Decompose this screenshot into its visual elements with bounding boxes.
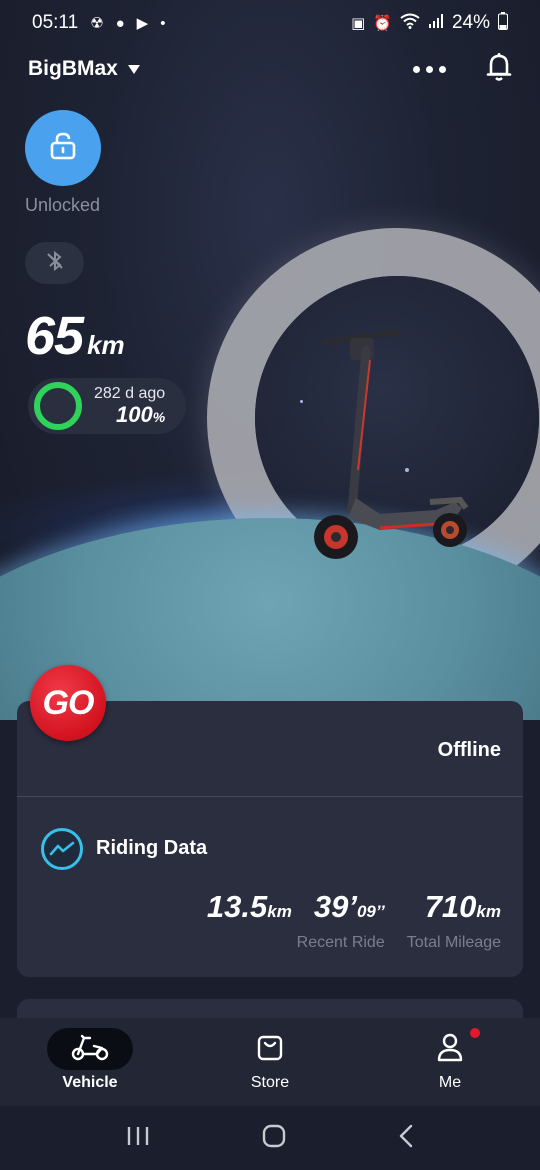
device-selector[interactable]: BigBMax bbox=[28, 57, 118, 81]
total-mileage-label: Total Mileage bbox=[406, 934, 501, 951]
person-icon bbox=[436, 1032, 464, 1067]
scooter-image bbox=[314, 329, 469, 559]
nav-store[interactable]: Store bbox=[180, 1018, 360, 1106]
nfc-icon: ☢ bbox=[90, 15, 104, 32]
battery-status[interactable]: 282 d ago 100% bbox=[28, 378, 186, 434]
star bbox=[300, 400, 303, 403]
riding-data-title: Riding Data bbox=[96, 837, 208, 859]
range-value: 65 bbox=[25, 306, 84, 366]
bluetooth-off-icon bbox=[44, 250, 66, 277]
recent-ride-label: Recent Ride bbox=[296, 934, 385, 951]
nav-store-label: Store bbox=[250, 1074, 290, 1091]
battery-percent-value: 100 bbox=[116, 401, 153, 427]
connection-status: Offline bbox=[437, 739, 501, 761]
riding-data-card[interactable]: Riding Data 13.5km 39’09’’ 710km Recent … bbox=[17, 797, 523, 977]
lock-status-label: Unlocked bbox=[25, 195, 101, 215]
caret-down-icon[interactable] bbox=[127, 64, 140, 74]
battery-updated: 282 d ago bbox=[94, 385, 166, 403]
youtube-icon: ▶ bbox=[136, 15, 149, 32]
bottom-nav: Vehicle Store Me bbox=[0, 1018, 540, 1106]
chat-icon: ● bbox=[115, 14, 125, 32]
wifi-icon bbox=[400, 13, 420, 33]
bell-icon[interactable] bbox=[486, 52, 512, 87]
battery-percent: 24% bbox=[451, 12, 490, 33]
battery-icon bbox=[498, 12, 508, 34]
go-label: GO bbox=[42, 683, 95, 722]
lock-toggle-button[interactable] bbox=[25, 110, 101, 186]
back-icon[interactable] bbox=[398, 1124, 414, 1153]
recent-time-sec: 09’’ bbox=[356, 902, 385, 921]
alarm-icon: ⏰ bbox=[373, 15, 392, 32]
go-badge[interactable]: GO bbox=[30, 665, 106, 741]
riding-stats: 13.5km 39’09’’ 710km bbox=[207, 889, 501, 925]
range-unit: km bbox=[87, 330, 125, 360]
battery-percent-unit: % bbox=[152, 408, 166, 425]
nav-me-label: Me bbox=[438, 1074, 462, 1091]
nav-vehicle[interactable]: Vehicle bbox=[0, 1018, 180, 1106]
recent-distance-unit: km bbox=[267, 902, 292, 921]
battery-ring bbox=[34, 382, 82, 430]
unlock-icon bbox=[48, 131, 78, 166]
recent-time-min: 39’ bbox=[313, 889, 357, 924]
total-mileage: 710 bbox=[424, 889, 477, 924]
bluetooth-button[interactable] bbox=[25, 242, 84, 284]
top-header: BigBMax bbox=[28, 48, 512, 90]
status-bar: 05:11 ☢ ● ▶ • ▣ ⏰ 24% bbox=[0, 0, 540, 46]
notification-dot bbox=[470, 1028, 480, 1038]
system-nav-bar bbox=[0, 1106, 540, 1170]
battery-saver-icon: ▣ bbox=[351, 15, 366, 32]
signal-icon bbox=[428, 13, 444, 33]
bag-icon bbox=[256, 1032, 284, 1067]
recent-distance: 13.5 bbox=[206, 889, 268, 924]
recents-icon[interactable] bbox=[126, 1125, 150, 1152]
clock: 05:11 bbox=[32, 12, 79, 33]
nav-vehicle-label: Vehicle bbox=[62, 1074, 118, 1091]
home-icon[interactable] bbox=[262, 1124, 286, 1153]
total-mileage-unit: km bbox=[476, 902, 501, 921]
remaining-range: 65 km bbox=[25, 305, 125, 367]
more-icon[interactable] bbox=[413, 65, 446, 73]
vehicle-pill bbox=[47, 1028, 133, 1070]
dot-icon: • bbox=[160, 14, 166, 32]
riding-chart-icon bbox=[41, 828, 83, 870]
scooter-icon bbox=[70, 1032, 110, 1067]
nav-me[interactable]: Me bbox=[360, 1018, 540, 1106]
